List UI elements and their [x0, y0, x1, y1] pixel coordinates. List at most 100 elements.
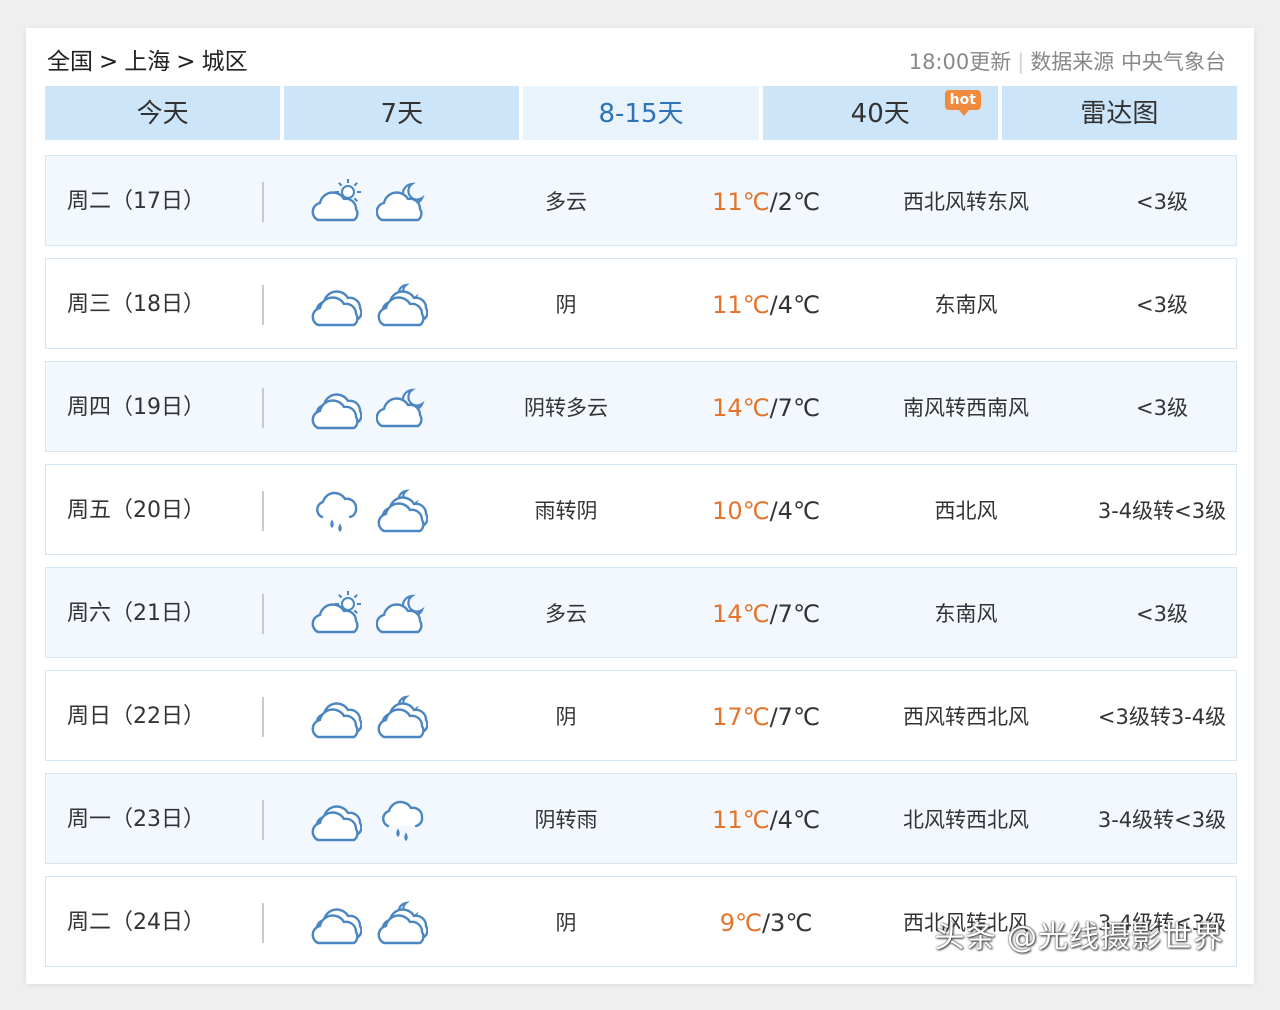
- wind-level: <3级: [1136, 293, 1188, 317]
- wind-direction: 东南风: [934, 293, 998, 317]
- weather-icons: [310, 178, 428, 226]
- tab-7-days[interactable]: 7天: [284, 86, 520, 140]
- weather-icons: [310, 281, 429, 329]
- overcast-icon: [310, 796, 363, 844]
- overcast-icon: [310, 384, 363, 432]
- weather-condition: 阴: [555, 911, 577, 935]
- row-divider: [262, 388, 264, 428]
- weather-icons: [310, 487, 429, 535]
- forecast-day: 周四（19日）: [67, 395, 205, 420]
- low-temp: 7℃: [777, 394, 820, 422]
- overcast-night-icon: [376, 281, 429, 329]
- forecast-row: 周四（19日） 阴转多云 14℃/7℃ 南风转西南风 <3级: [45, 361, 1237, 452]
- forecast-list: 周二（17日） 多云 11℃/2℃ 西北风转东风 <3级 周三（18日） 阴 1…: [45, 155, 1237, 979]
- weather-icons: [310, 590, 428, 638]
- tab-40-days[interactable]: 40天 hot: [762, 86, 998, 140]
- cloudy-night-moon-icon: [375, 590, 428, 638]
- wind-direction: 北风转西北风: [903, 808, 1029, 832]
- weather-icons: [310, 796, 428, 844]
- overcast-icon: [310, 281, 363, 329]
- breadcrumb-separator: >: [99, 49, 119, 75]
- breadcrumb-separator: >: [176, 49, 196, 75]
- forecast-tabs: 今天 7天 8-15天 40天 hot 雷达图: [45, 86, 1238, 140]
- low-temp: 4℃: [777, 806, 820, 834]
- temperature: 9℃/3℃: [719, 909, 813, 937]
- cloudy-night-moon-icon: [375, 384, 428, 432]
- tab-40-days-label: 40天: [850, 99, 910, 129]
- forecast-day: 周三（18日）: [67, 292, 205, 317]
- low-temp: 7℃: [777, 600, 820, 628]
- meta-divider: |: [1017, 50, 1025, 74]
- wind-level: <3级: [1136, 396, 1188, 420]
- tab-8-15-days[interactable]: 8-15天: [523, 86, 759, 140]
- low-temp: 4℃: [777, 291, 820, 319]
- wind-level: <3级: [1136, 190, 1188, 214]
- high-temp: 14℃: [712, 394, 770, 422]
- forecast-row: 周日（22日） 阴 17℃/7℃ 西风转西北风 <3级转3-4级: [45, 670, 1237, 761]
- high-temp: 11℃: [712, 291, 770, 319]
- weather-icons: [310, 693, 429, 741]
- wind-direction: 西北风转东风: [903, 190, 1029, 214]
- data-source: 数据来源 中央气象台: [1030, 50, 1226, 74]
- weather-icons: [310, 899, 429, 947]
- high-temp: 11℃: [712, 188, 770, 216]
- temperature: 11℃/4℃: [712, 806, 820, 834]
- breadcrumb-country[interactable]: 全国: [47, 49, 93, 75]
- forecast-row: 周五（20日） 雨转阴 10℃/4℃ 西北风 3-4级转<3级: [45, 464, 1237, 555]
- forecast-day: 周六（21日）: [67, 601, 205, 626]
- weather-condition: 阴转多云: [524, 396, 608, 420]
- wind-direction: 东南风: [934, 602, 998, 626]
- weather-condition: 雨转阴: [534, 499, 598, 523]
- row-divider: [262, 697, 264, 737]
- row-divider: [262, 182, 264, 222]
- wind-level: 3-4级转<3级: [1097, 808, 1227, 832]
- tab-radar[interactable]: 雷达图: [1001, 86, 1238, 140]
- low-temp: 4℃: [777, 497, 820, 525]
- forecast-day: 周二（24日）: [67, 910, 205, 935]
- update-time: 18:00更新: [908, 50, 1012, 74]
- overcast-night-icon: [376, 693, 429, 741]
- temperature: 11℃/4℃: [712, 291, 820, 319]
- partly-cloudy-day-icon: [310, 590, 362, 638]
- low-temp: 7℃: [777, 703, 820, 731]
- overcast-icon: [310, 693, 363, 741]
- forecast-row: 周六（21日） 多云 14℃/7℃ 东南风 <3级: [45, 567, 1237, 658]
- cloudy-night-moon-icon: [375, 178, 428, 226]
- rain-icon: [376, 796, 428, 844]
- weather-condition: 阴: [555, 705, 577, 729]
- row-divider: [262, 903, 264, 943]
- rain-icon: [310, 487, 362, 535]
- update-meta: 18:00更新 | 数据来源 中央气象台: [909, 46, 1226, 78]
- breadcrumb-city[interactable]: 上海: [124, 49, 170, 75]
- wind-level: <3级: [1136, 602, 1188, 626]
- overcast-night-icon: [376, 487, 429, 535]
- wind-level: 3-4级转<3级: [1097, 499, 1227, 523]
- weather-condition: 阴: [555, 293, 577, 317]
- weather-condition: 多云: [545, 190, 587, 214]
- breadcrumb: 全国 > 上海 > 城区: [47, 46, 248, 78]
- temperature: 14℃/7℃: [712, 394, 820, 422]
- low-temp: 3℃: [770, 909, 813, 937]
- row-divider: [262, 491, 264, 531]
- temperature: 14℃/7℃: [712, 600, 820, 628]
- low-temp: 2℃: [777, 188, 820, 216]
- forecast-row: 周二（17日） 多云 11℃/2℃ 西北风转东风 <3级: [45, 155, 1237, 246]
- tab-today[interactable]: 今天: [45, 86, 281, 140]
- temperature: 17℃/7℃: [712, 703, 820, 731]
- forecast-day: 周五（20日）: [67, 498, 205, 523]
- overcast-icon: [310, 899, 363, 947]
- row-divider: [262, 800, 264, 840]
- wind-direction: 南风转西南风: [903, 396, 1029, 420]
- forecast-day: 周一（23日）: [67, 807, 205, 832]
- forecast-row: 周三（18日） 阴 11℃/4℃ 东南风 <3级: [45, 258, 1237, 349]
- temperature: 11℃/2℃: [712, 188, 820, 216]
- row-divider: [262, 285, 264, 325]
- weather-card: 全国 > 上海 > 城区 18:00更新 | 数据来源 中央气象台 今天 7天 8-15天 …: [26, 28, 1254, 984]
- wind-level: <3级转3-4级: [1097, 705, 1227, 729]
- high-temp: 11℃: [712, 806, 770, 834]
- partly-cloudy-day-icon: [310, 178, 362, 226]
- breadcrumb-district[interactable]: 城区: [202, 49, 248, 75]
- forecast-row: 周一（23日） 阴转雨 11℃/4℃ 北风转西北风 3-4级转<3级: [45, 773, 1237, 864]
- high-temp: 10℃: [712, 497, 770, 525]
- high-temp: 14℃: [712, 600, 770, 628]
